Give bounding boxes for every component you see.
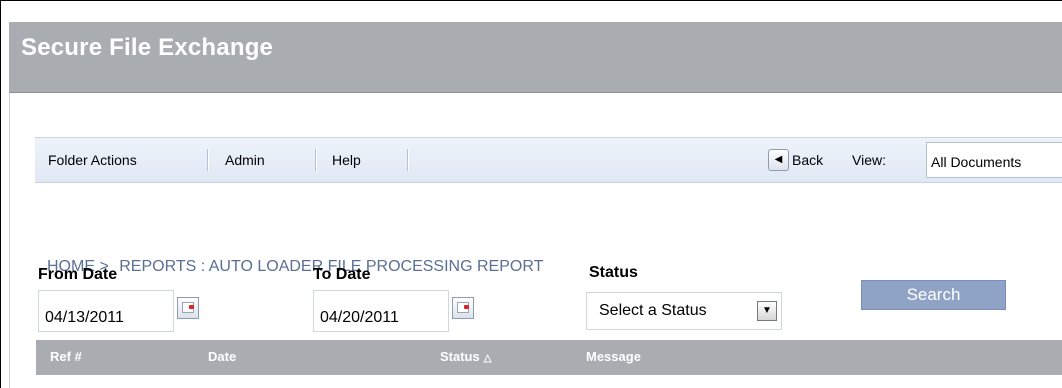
column-date[interactable]: Date: [208, 349, 236, 364]
column-ref[interactable]: Ref #: [50, 349, 82, 364]
view-label: View:: [852, 152, 886, 168]
to-date-input[interactable]: 04/20/2011: [316, 309, 399, 329]
search-button[interactable]: Search: [861, 280, 1006, 310]
column-status-label: Status: [440, 349, 480, 364]
toolbar-separator: [407, 149, 409, 171]
view-select[interactable]: All Documents: [926, 142, 1062, 178]
column-message[interactable]: Message: [586, 349, 641, 364]
menu-folder-actions[interactable]: Folder Actions: [48, 152, 137, 168]
app-title: Secure File Exchange: [21, 34, 274, 61]
column-status[interactable]: Status △: [440, 349, 491, 364]
status-select[interactable]: Select a Status ▼: [586, 292, 782, 330]
to-date-label: To Date: [313, 266, 371, 283]
calendar-marker: [189, 305, 194, 309]
breadcrumb: HOME > REPORTS : AUTO LOADER FILE PROCES…: [47, 258, 543, 276]
calendar-icon[interactable]: [452, 297, 474, 319]
back-label: Back: [792, 152, 824, 168]
menu-admin[interactable]: Admin: [225, 152, 265, 168]
sort-ascending-icon: △: [483, 353, 492, 364]
menu-help[interactable]: Help: [332, 152, 361, 168]
status-label: Status: [589, 264, 638, 281]
dropdown-arrow-icon[interactable]: ▼: [757, 301, 777, 321]
back-arrow-icon: ◀: [768, 149, 789, 171]
from-date-input[interactable]: 04/13/2011: [41, 309, 124, 329]
back-button[interactable]: ◀ Back: [768, 149, 838, 171]
toolbar-separator: [315, 149, 317, 171]
title-bar: Secure File Exchange: [9, 22, 1062, 93]
calendar-icon[interactable]: [177, 297, 199, 319]
from-date-label: From Date: [38, 266, 118, 283]
calendar-marker: [464, 305, 469, 309]
status-select-value: Select a Status: [599, 302, 707, 319]
toolbar-separator: [207, 149, 209, 171]
table-header: Ref # Date Status △ Message: [36, 340, 1062, 375]
toolbar: Folder Actions Admin Help ◀ Back View: A…: [35, 137, 1062, 183]
